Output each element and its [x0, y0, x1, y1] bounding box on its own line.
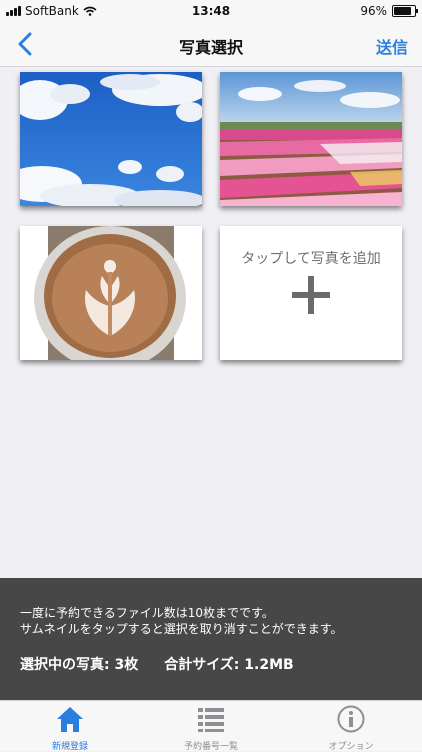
- page-title: 写真選択: [178, 38, 243, 57]
- tab-reservation-list[interactable]: 予約番号一覧: [161, 703, 261, 752]
- tab-label: 新規登録: [51, 742, 88, 752]
- file-limit-note: 一度に予約できるファイル数は10枚までです。: [20, 606, 274, 620]
- home-icon: [57, 707, 83, 732]
- info-panel: 一度に予約できるファイル数は10枚までです。 サムネイルをタップすると選択を取り…: [0, 578, 422, 700]
- total-size: 合計サイズ: 1.2MB: [164, 657, 294, 673]
- photo-thumbnail-sky[interactable]: [20, 72, 202, 206]
- photo-thumbnail-latte[interactable]: [20, 226, 202, 360]
- navigation-bar: 写真選択 送信: [0, 22, 422, 67]
- battery-percent: 96%: [360, 4, 387, 18]
- tab-bar: 新規登録 予約番号一覧 オプション: [0, 700, 422, 752]
- status-bar: SoftBank 13:48 96%: [0, 0, 422, 22]
- tab-label: オプション: [328, 742, 374, 752]
- info-icon: [337, 705, 365, 733]
- status-time: 13:48: [191, 4, 231, 18]
- latte-photo-image: [20, 226, 202, 360]
- tab-new-registration[interactable]: 新規登録: [20, 703, 120, 752]
- list-icon: [198, 708, 224, 732]
- plus-icon: [292, 276, 330, 314]
- battery-icon: [392, 5, 418, 17]
- sky-photo-image: [20, 72, 202, 206]
- add-photo-label: タップして写真を追加: [241, 251, 381, 267]
- tab-options[interactable]: オプション: [301, 703, 401, 752]
- selected-count: 選択中の写真: 3枚: [20, 657, 139, 673]
- tab-label: 予約番号一覧: [183, 742, 238, 752]
- deselect-hint: サムネイルをタップすると選択を取り消すことができます。: [20, 622, 343, 636]
- add-photo-tile[interactable]: タップして写真を追加: [220, 226, 402, 360]
- send-button[interactable]: 送信: [376, 34, 408, 58]
- photo-thumbnail-flowers[interactable]: [220, 72, 402, 206]
- battery-fill: [394, 7, 412, 15]
- selection-summary: 選択中の写真: 3枚 合計サイズ: 1.2MB: [20, 654, 294, 674]
- flower-field-photo-image: [220, 72, 402, 206]
- status-right: 96%: [360, 4, 418, 18]
